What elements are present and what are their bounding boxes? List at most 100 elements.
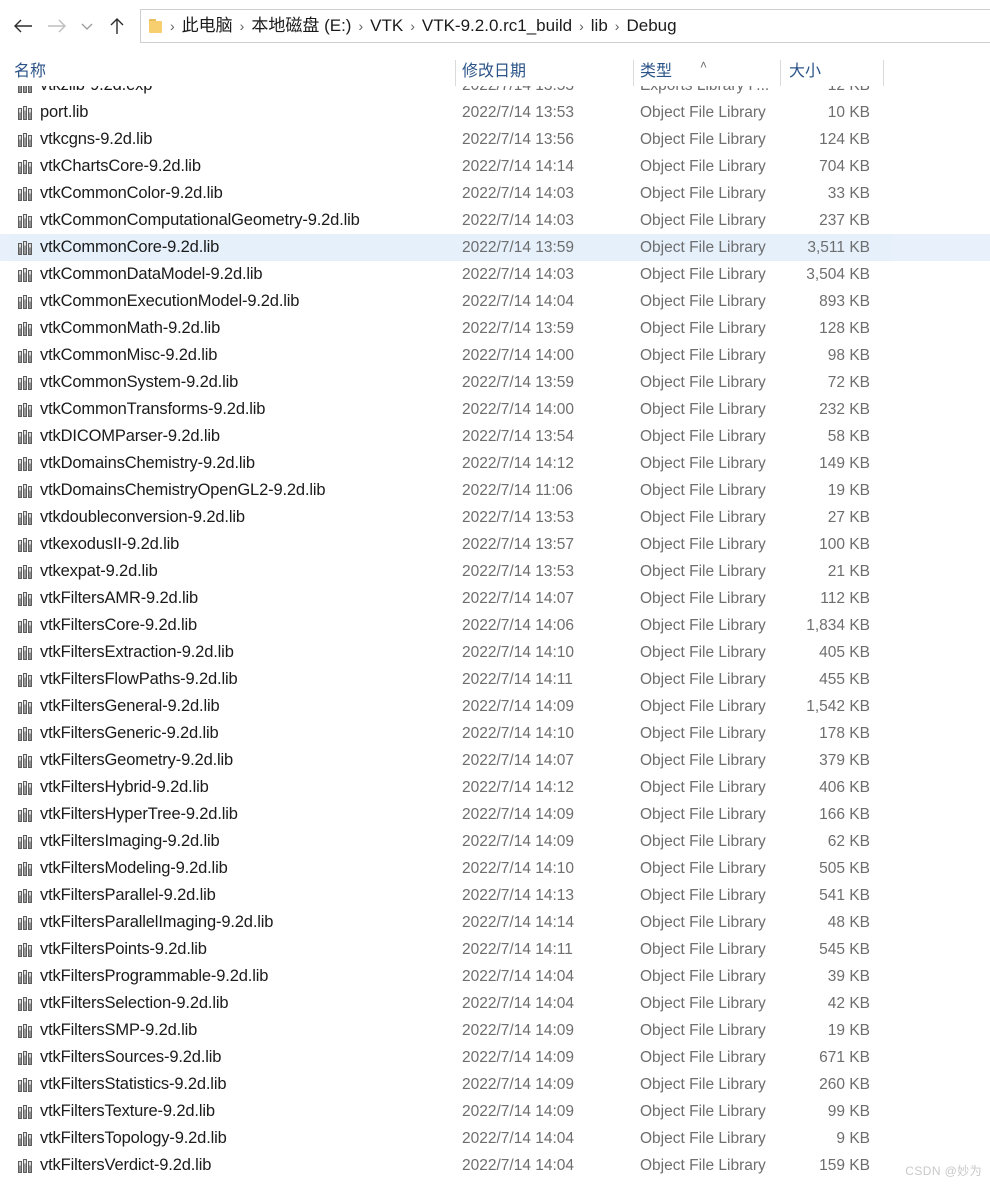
file-date-cell: 2022/7/14 11:06 bbox=[462, 481, 573, 499]
table-row[interactable]: vtkDICOMParser-9.2d.lib 2022/7/14 13:54 Ob… bbox=[0, 423, 990, 450]
table-row[interactable]: vtkcgns-9.2d.lib 2022/7/14 13:56 Object Fi… bbox=[0, 126, 990, 153]
file-name-cell: vtkFiltersParallelImaging-9.2d.lib bbox=[40, 913, 274, 931]
file-date-cell: 2022/7/14 13:57 bbox=[462, 535, 575, 553]
table-row[interactable]: vtkFiltersParallel-9.2d.lib 2022/7/14 14:… bbox=[0, 882, 990, 909]
table-row[interactable]: vtkFiltersExtraction-9.2d.lib 2022/7/14 1… bbox=[0, 639, 990, 666]
table-row[interactable]: vtkCommonTransforms-9.2d.lib 2022/7/14 14… bbox=[0, 396, 990, 423]
sort-ascending-caret-icon: ˄ bbox=[700, 58, 708, 72]
file-size-cell: 405 KB bbox=[819, 643, 870, 661]
column-divider-name-date[interactable] bbox=[455, 60, 456, 86]
table-row[interactable]: vtkdoubleconversion-9.2d.lib 2022/7/14 13… bbox=[0, 504, 990, 531]
exports-library-icon bbox=[18, 86, 34, 93]
table-row[interactable]: vtkzlib-9.2d.exp2022/7/14 13:53Exports L… bbox=[0, 86, 990, 99]
table-row[interactable]: vtkFiltersPoints-9.2d.lib 2022/7/14 14:11… bbox=[0, 936, 990, 963]
object-file-library-icon bbox=[18, 402, 34, 417]
table-row[interactable]: vtkCommonSystem-9.2d.lib 2022/7/14 13:59 O… bbox=[0, 369, 990, 396]
breadcrumb-separator: › bbox=[579, 18, 584, 34]
file-size-cell: 39 KB bbox=[827, 967, 870, 985]
table-row[interactable]: vtkFiltersTopology-9.2d.lib 2022/7/14 14:… bbox=[0, 1125, 990, 1152]
table-row[interactable]: vtkFiltersAMR-9.2d.lib 2022/7/14 14:07 Obj… bbox=[0, 585, 990, 612]
file-name-cell: vtkCommonColor-9.2d.lib bbox=[40, 184, 223, 202]
breadcrumb-separator: › bbox=[358, 18, 364, 34]
table-row[interactable]: vtkCommonColor-9.2d.lib 2022/7/14 14:03 Ob… bbox=[0, 180, 990, 207]
column-divider-size-end[interactable] bbox=[883, 60, 884, 86]
recent-locations-button[interactable] bbox=[74, 9, 100, 43]
file-name-cell: vtkFiltersImaging-9.2d.lib bbox=[40, 832, 220, 850]
file-name-cell: vtkFiltersTexture-9.2d.lib bbox=[40, 1102, 215, 1120]
up-one-level-button[interactable] bbox=[100, 9, 134, 43]
table-row[interactable]: vtkCommonDataModel-9.2d.lib 2022/7/14 14:… bbox=[0, 261, 990, 288]
table-row[interactable]: vtkFiltersVerdict-9.2d.lib 2022/7/14 14:0… bbox=[0, 1152, 990, 1179]
watermark: CSDN @妙为 bbox=[905, 1164, 982, 1178]
table-row[interactable]: vtkFiltersModeling-9.2d.lib 2022/7/14 14:… bbox=[0, 855, 990, 882]
file-size-cell: 72 KB bbox=[827, 373, 870, 391]
table-row[interactable]: vtkFiltersFlowPaths-9.2d.lib 2022/7/14 14… bbox=[0, 666, 990, 693]
column-header-type[interactable]: 类型 bbox=[640, 57, 672, 81]
file-name-cell: vtkDICOMParser-9.2d.lib bbox=[40, 427, 220, 445]
breadcrumb-item-vtk[interactable]: VTK bbox=[365, 16, 408, 36]
column-header-date-modified[interactable]: 修改日期 bbox=[462, 57, 526, 81]
back-button[interactable] bbox=[6, 9, 40, 43]
file-name-cell: vtkDomainsChemistry-9.2d.lib bbox=[40, 454, 255, 472]
breadcrumb-item-vtk-build[interactable]: VTK-9.2.0.rc1_build bbox=[417, 16, 577, 36]
table-row[interactable]: vtkexpat-9.2d.lib 2022/7/14 13:53 Object F… bbox=[0, 558, 990, 585]
object-file-library-icon bbox=[18, 996, 34, 1011]
table-row[interactable]: vtkDomainsChemistryOpenGL2-9.2d.lib 2022/… bbox=[0, 477, 990, 504]
file-date-cell: 2022/7/14 14:07 bbox=[462, 589, 575, 607]
file-size-cell: 33 KB bbox=[827, 184, 870, 202]
column-header-name[interactable]: 名称 bbox=[14, 57, 46, 81]
file-date-cell: 2022/7/14 14:10 bbox=[462, 724, 575, 742]
table-row[interactable]: vtkCommonCore-9.2d.lib 2022/7/14 13:59 Obj… bbox=[0, 234, 990, 261]
file-size-cell: 27 KB bbox=[827, 508, 870, 526]
table-row[interactable]: vtkFiltersTexture-9.2d.lib 2022/7/14 14:0… bbox=[0, 1098, 990, 1125]
table-row[interactable]: vtkFiltersSources-9.2d.lib 2022/7/14 14:0… bbox=[0, 1044, 990, 1071]
address-bar[interactable]: › 此电脑 › 本地磁盘 (E:) › VTK › VTK-9.2.0.rc1_… bbox=[140, 9, 990, 43]
object-file-library-icon bbox=[18, 483, 34, 498]
table-row[interactable]: vtkCommonExecutionModel-9.2d.lib 2022/7/1… bbox=[0, 288, 990, 315]
file-size-cell: 178 KB bbox=[819, 724, 870, 742]
table-row[interactable]: vtkFiltersSelection-9.2d.lib 2022/7/14 14… bbox=[0, 990, 990, 1017]
table-row[interactable]: vtkFiltersHyperTree-9.2d.lib 2022/7/14 14… bbox=[0, 801, 990, 828]
object-file-library-icon bbox=[18, 348, 34, 363]
file-name-cell: vtkFiltersHyperTree-9.2d.lib bbox=[40, 805, 238, 823]
column-header-size[interactable]: 大小 bbox=[789, 57, 821, 81]
table-row[interactable]: vtkFiltersImaging-9.2d.lib 2022/7/14 14:0… bbox=[0, 828, 990, 855]
table-row[interactable]: vtkFiltersHybrid-9.2d.lib 2022/7/14 14:12… bbox=[0, 774, 990, 801]
file-date-cell: 2022/7/14 14:11 bbox=[462, 940, 573, 958]
breadcrumb-item-local-disk-e[interactable]: 本地磁盘 (E:) bbox=[246, 16, 356, 36]
file-size-cell: 260 KB bbox=[819, 1075, 870, 1093]
table-row[interactable]: vtkFiltersStatistics-9.2d.lib 2022/7/14 1… bbox=[0, 1071, 990, 1098]
table-row[interactable]: vtkChartsCore-9.2d.lib 2022/7/14 14:14 Obj… bbox=[0, 153, 990, 180]
table-row[interactable]: port.lib 2022/7/14 13:53 Object File Libra… bbox=[0, 99, 990, 126]
file-size-cell: 671 KB bbox=[819, 1048, 870, 1066]
table-row[interactable]: vtkCommonMisc-9.2d.lib 2022/7/14 14:00 Obj… bbox=[0, 342, 990, 369]
forward-button[interactable] bbox=[40, 9, 74, 43]
object-file-library-icon bbox=[18, 267, 34, 282]
table-row[interactable]: vtkFiltersGeneral-9.2d.lib 2022/7/14 14:0… bbox=[0, 693, 990, 720]
back-arrow-icon bbox=[12, 17, 34, 35]
table-row[interactable]: vtkexodusII-9.2d.lib 2022/7/14 13:57 Objec… bbox=[0, 531, 990, 558]
file-name-cell: vtkCommonDataModel-9.2d.lib bbox=[40, 265, 263, 283]
object-file-library-icon bbox=[18, 780, 34, 795]
table-row[interactable]: vtkFiltersSMP-9.2d.lib 2022/7/14 14:09 Obj… bbox=[0, 1017, 990, 1044]
breadcrumb-item-lib[interactable]: lib bbox=[586, 16, 613, 36]
file-date-cell: 2022/7/14 14:14 bbox=[462, 157, 575, 175]
table-row[interactable]: vtkDomainsChemistry-9.2d.lib 2022/7/14 14… bbox=[0, 450, 990, 477]
breadcrumb-item-debug[interactable]: Debug bbox=[621, 16, 681, 36]
file-name-cell: vtkChartsCore-9.2d.lib bbox=[40, 157, 201, 175]
table-row[interactable]: vtkFiltersParallelImaging-9.2d.lib 2022/7… bbox=[0, 909, 990, 936]
column-divider-type-size[interactable] bbox=[780, 60, 781, 86]
table-row[interactable]: vtkFiltersGeneric-9.2d.lib 2022/7/14 14:1… bbox=[0, 720, 990, 747]
file-list[interactable]: vtkzlib-9.2d.exp2022/7/14 13:53Exports L… bbox=[0, 86, 990, 1189]
file-size-cell: 10 KB bbox=[827, 103, 870, 121]
column-divider-date-type[interactable] bbox=[633, 60, 634, 86]
table-row[interactable]: vtkCommonMath-9.2d.lib 2022/7/14 13:59 Obj… bbox=[0, 315, 990, 342]
table-row[interactable]: vtkCommonComputationalGeometry-9.2d.lib 2… bbox=[0, 207, 990, 234]
file-name-cell: vtkFiltersTopology-9.2d.lib bbox=[40, 1129, 227, 1147]
file-size-cell: 545 KB bbox=[819, 940, 870, 958]
table-row[interactable]: vtkFiltersGeometry-9.2d.lib 2022/7/14 14:… bbox=[0, 747, 990, 774]
table-row[interactable]: vtkFiltersProgrammable-9.2d.lib 2022/7/14… bbox=[0, 963, 990, 990]
table-row[interactable]: vtkFiltersCore-9.2d.lib 2022/7/14 14:06 Ob… bbox=[0, 612, 990, 639]
object-file-library-icon bbox=[18, 510, 34, 525]
breadcrumb-item-this-pc[interactable]: 此电脑 bbox=[177, 16, 238, 36]
